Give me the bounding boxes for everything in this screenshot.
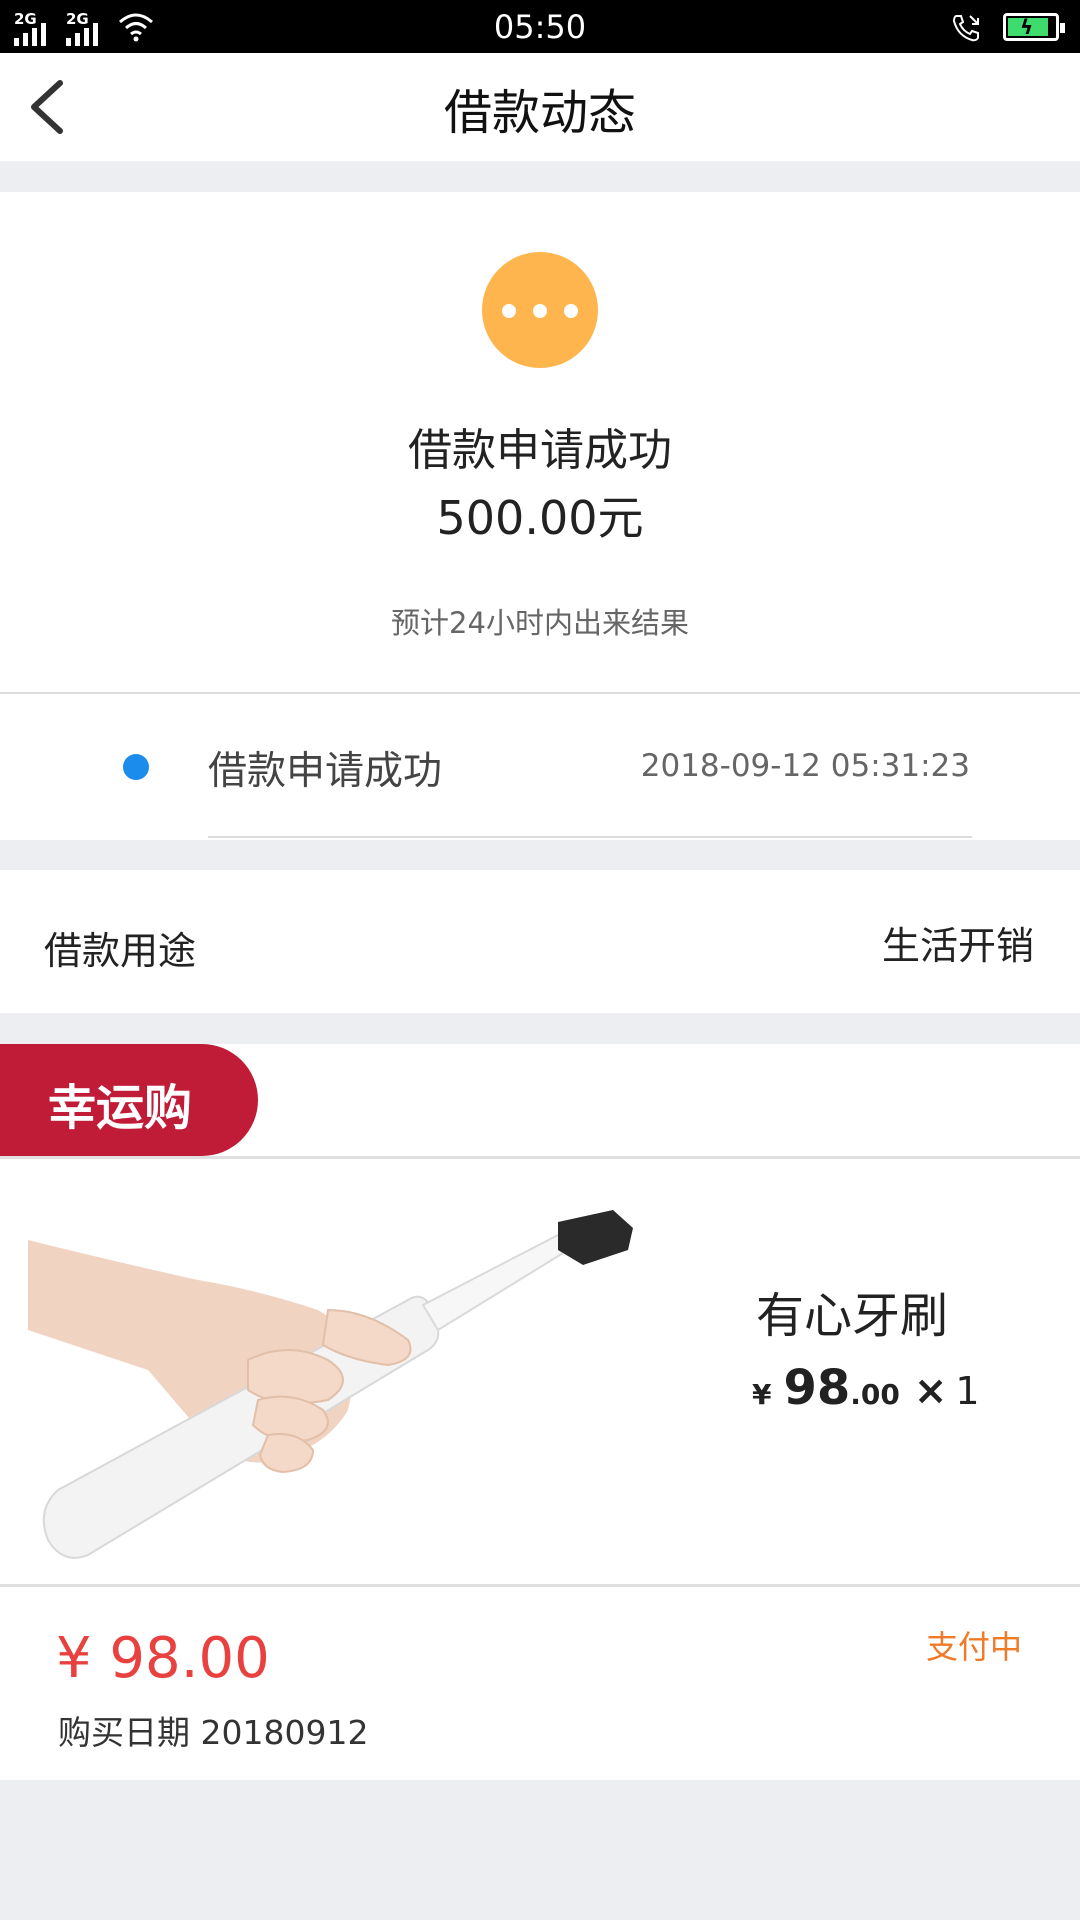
divider [0,1156,1080,1159]
lucky-buy-tag: 幸运购 [0,1044,258,1156]
purpose-value: 生活开销 [881,924,1034,968]
order-total: ¥ 98.00 [56,1626,270,1691]
electric-toothbrush-image[interactable] [28,1210,638,1570]
loan-status-card: 借款申请成功 500.00元 预计24小时内出来结果 [0,192,1080,695]
loan-purpose-row: 借款用途 生活开销 [0,870,1080,1013]
purchase-date: 购买日期 20180912 [58,1713,369,1752]
status-bar: 2G 2G 05:50 ϟ [0,0,1080,53]
price-decimal: .00 [850,1378,900,1411]
purpose-label: 借款用途 [44,929,197,973]
product-price: ¥98.00 × 1 [752,1360,980,1416]
loan-amount: 500.00元 [436,491,644,545]
timeline-dot [123,754,149,780]
lucky-buy-card[interactable]: 幸运购 有心牙刷 ¥98.00 × 1 ¥ 98.00 支付中 购买日期 20180… [0,1044,1080,1780]
timeline-label: 借款申请成功 [208,749,443,794]
clock: 05:50 [493,8,587,46]
call-forward-icon [952,15,979,42]
multiply-sign: × [913,1368,948,1414]
result-hint: 预计24小时内出来结果 [391,606,689,640]
price-currency: ¥ [752,1378,772,1411]
app-header: 借款动态 [0,53,1080,161]
timeline-time: 2018-09-12 05:31:23 [640,748,970,784]
lucky-buy-tag-label: 幸运购 [48,1080,193,1136]
loan-timeline: 借款申请成功 2018-09-12 05:31:23 [0,694,1080,840]
status-title: 借款申请成功 [408,425,672,476]
battery-icon: ϟ [1003,13,1065,41]
payment-status: 支付中 [925,1628,1022,1666]
divider [0,1584,1080,1587]
more-dots-icon [482,252,598,368]
price-integer: 98 [783,1360,851,1416]
page-title: 借款动态 [443,85,636,141]
product-name: 有心牙刷 [756,1288,949,1344]
product-quantity: 1 [955,1369,980,1413]
divider [208,836,972,838]
